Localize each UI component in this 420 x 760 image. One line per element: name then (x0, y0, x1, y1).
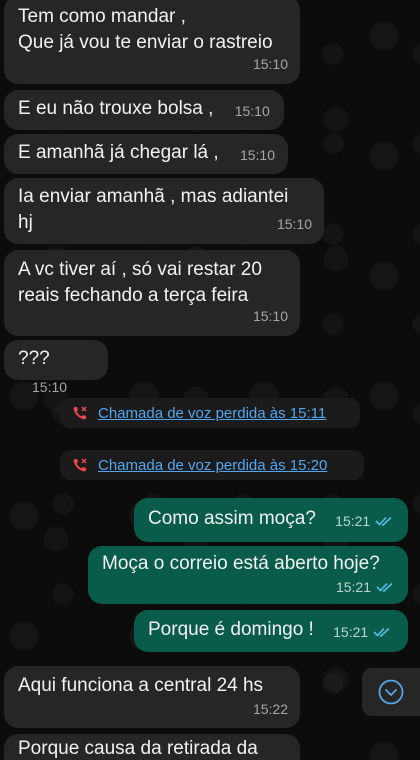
missed-call-label[interactable]: Chamada de voz perdida às 15:11 (98, 405, 326, 422)
message-time: 15:10 (234, 103, 270, 119)
message-time: 15:21 (333, 619, 393, 645)
message-text: Porque causa da retirada da (18, 738, 258, 759)
missed-call-notice[interactable]: Chamada de voz perdida às 15:20 (60, 450, 364, 480)
message-outgoing[interactable]: Moça o correio está aberto hoje? 15:21 (88, 546, 408, 604)
missed-call-label[interactable]: Chamada de voz perdida às 15:20 (98, 457, 327, 474)
missed-call-icon (73, 458, 87, 472)
message-time: 15:21 (335, 508, 395, 534)
message-text: Como assim moça? (148, 508, 316, 529)
missed-call-notice[interactable]: Chamada de voz perdida às 15:11 (60, 398, 360, 428)
chevron-down-icon (378, 679, 404, 705)
message-time: 15:21 (336, 574, 396, 600)
double-check-icon (373, 627, 390, 637)
message-incoming[interactable]: Ia enviar amanhã , mas adiantei hj 15:10 (4, 178, 324, 244)
message-incoming[interactable]: E eu não trouxe bolsa , 15:10 (4, 90, 284, 130)
message-time: 15:10 (276, 216, 312, 232)
message-text: Ia enviar amanhã , mas adiantei hj (18, 186, 289, 233)
message-text: E amanhã já chegar lá , (18, 142, 219, 163)
message-text: E eu não trouxe bolsa , (18, 98, 214, 119)
message-outgoing[interactable]: Como assim moça? 15:21 (134, 498, 408, 542)
message-text: A vc tiver aí , só vai restar 20 reais f… (18, 259, 262, 306)
message-incoming[interactable]: A vc tiver aí , só vai restar 20 reais f… (4, 250, 300, 336)
message-outgoing[interactable]: Porque é domingo ! 15:21 (134, 610, 408, 652)
message-incoming[interactable]: Porque causa da retirada da (4, 734, 300, 760)
message-text: Aqui funciona a central 24 hs (18, 675, 264, 696)
message-incoming[interactable]: ??? 15:10 (4, 340, 108, 395)
message-time: 15:10 (252, 56, 288, 72)
chat-conversation: Tem como mandar , Que já vou te enviar o… (0, 0, 420, 760)
missed-call-icon (73, 406, 87, 420)
double-check-icon (375, 516, 392, 526)
message-incoming[interactable]: Tem como mandar , Que já vou te enviar o… (4, 0, 300, 84)
message-time: 15:22 (252, 701, 288, 717)
message-text: Tem como mandar , Que já vou te enviar o… (18, 6, 273, 53)
message-incoming[interactable]: E amanhã já chegar lá , 15:10 (4, 134, 288, 174)
message-text: ??? (18, 348, 50, 369)
message-time: 15:10 (252, 308, 288, 324)
double-check-icon (376, 582, 393, 592)
scroll-to-bottom-button[interactable] (362, 668, 420, 716)
message-incoming[interactable]: Aqui funciona a central 24 hs 15:22 (4, 666, 300, 728)
message-time: 15:10 (239, 147, 276, 163)
message-time: 15:10 (32, 379, 68, 395)
message-text: Porque é domingo ! (148, 619, 314, 640)
